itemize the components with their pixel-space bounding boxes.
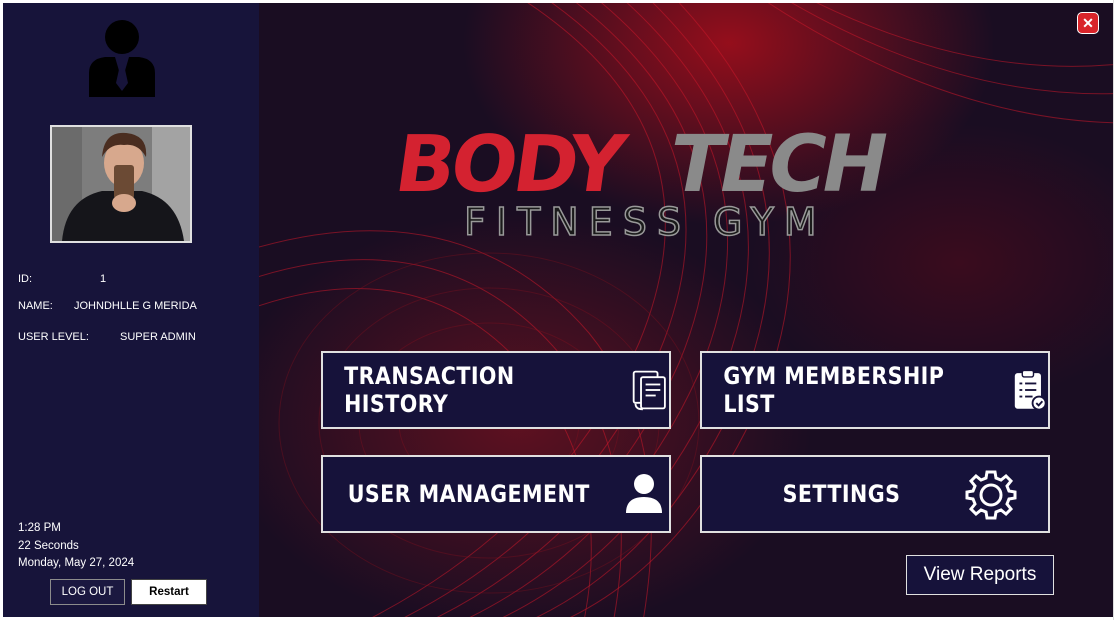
- user-id-label: ID:: [18, 273, 33, 285]
- settings-label: SETTINGS: [782, 480, 900, 508]
- gear-icon: [965, 470, 1017, 520]
- logo-body-text: BODY: [389, 120, 628, 210]
- user-photo: [50, 125, 192, 243]
- person-icon: [625, 474, 662, 513]
- document-transfer-icon: [633, 370, 667, 411]
- logo-subtitle: FITNESS GYM: [463, 199, 827, 245]
- clock-date: Monday, May 27, 2024: [18, 557, 135, 569]
- background-window-edge: [1113, 0, 1117, 620]
- transaction-history-label: TRANSACTION HISTORY: [344, 362, 515, 418]
- bodytech-logo: BODY TECH FITNESS GYM: [390, 120, 966, 250]
- main-window: ID: 1 NAME: JOHNDHLLE G MERIDA USER LEVEL:…: [3, 3, 1113, 617]
- clock-time: 1:28 PM: [18, 522, 61, 534]
- close-button[interactable]: ✕: [1077, 12, 1099, 34]
- logo-tech-text: TECH: [671, 120, 888, 210]
- user-level-label: USER LEVEL:: [18, 331, 89, 343]
- user-id-row: ID: 1: [18, 273, 106, 285]
- gym-membership-list-button[interactable]: GYM MEMBERSHIP LIST: [700, 351, 1050, 429]
- user-management-label: USER MANAGEMENT: [347, 480, 591, 508]
- user-name-value: JOHNDHLLE G MERIDA: [74, 300, 197, 312]
- clock-seconds: 22 Seconds: [18, 539, 79, 552]
- businessman-icon: [89, 20, 155, 97]
- sidebar: ID: 1 NAME: JOHNDHLLE G MERIDA USER LEVEL:…: [3, 3, 259, 617]
- transaction-history-button[interactable]: TRANSACTION HISTORY: [321, 351, 671, 429]
- gym-membership-list-label: GYM MEMBERSHIP LIST: [723, 362, 945, 418]
- settings-button[interactable]: SETTINGS: [700, 455, 1050, 533]
- logout-button[interactable]: LOG OUT: [50, 579, 125, 605]
- user-level-value: SUPER ADMIN: [120, 331, 196, 343]
- view-reports-button[interactable]: View Reports: [906, 555, 1054, 595]
- restart-button[interactable]: Restart: [131, 579, 207, 605]
- user-id-value: 1: [100, 273, 107, 285]
- close-icon: ✕: [1082, 14, 1094, 31]
- clock: 1:28 PM 22 Seconds Monday, May 27, 2024: [18, 520, 134, 573]
- user-name-label: NAME:: [18, 300, 53, 312]
- clipboard-check-icon: [1015, 369, 1048, 411]
- user-level-row: USER LEVEL: SUPER ADMIN: [18, 331, 196, 343]
- user-name-row: NAME: JOHNDHLLE G MERIDA: [18, 300, 197, 312]
- user-management-button[interactable]: USER MANAGEMENT: [321, 455, 671, 533]
